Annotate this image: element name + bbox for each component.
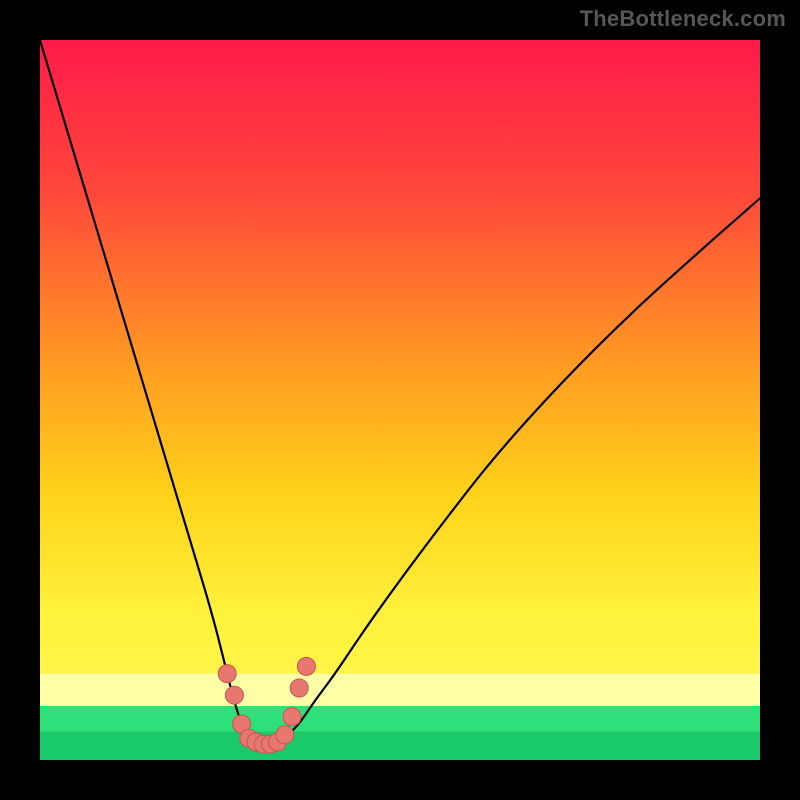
bottom-bands	[40, 674, 760, 760]
valley-marker	[290, 679, 308, 697]
pale-yellow-band	[40, 674, 760, 706]
chart-svg	[40, 40, 760, 760]
watermark-text: TheBottleneck.com	[580, 6, 786, 32]
plot-area	[40, 40, 760, 760]
green-band	[40, 706, 760, 731]
valley-marker	[283, 708, 301, 726]
green-band-deep	[40, 731, 760, 760]
valley-marker	[225, 686, 243, 704]
valley-marker	[276, 726, 294, 744]
chart-frame: TheBottleneck.com	[0, 0, 800, 800]
valley-marker	[297, 657, 315, 675]
valley-marker	[218, 665, 236, 683]
